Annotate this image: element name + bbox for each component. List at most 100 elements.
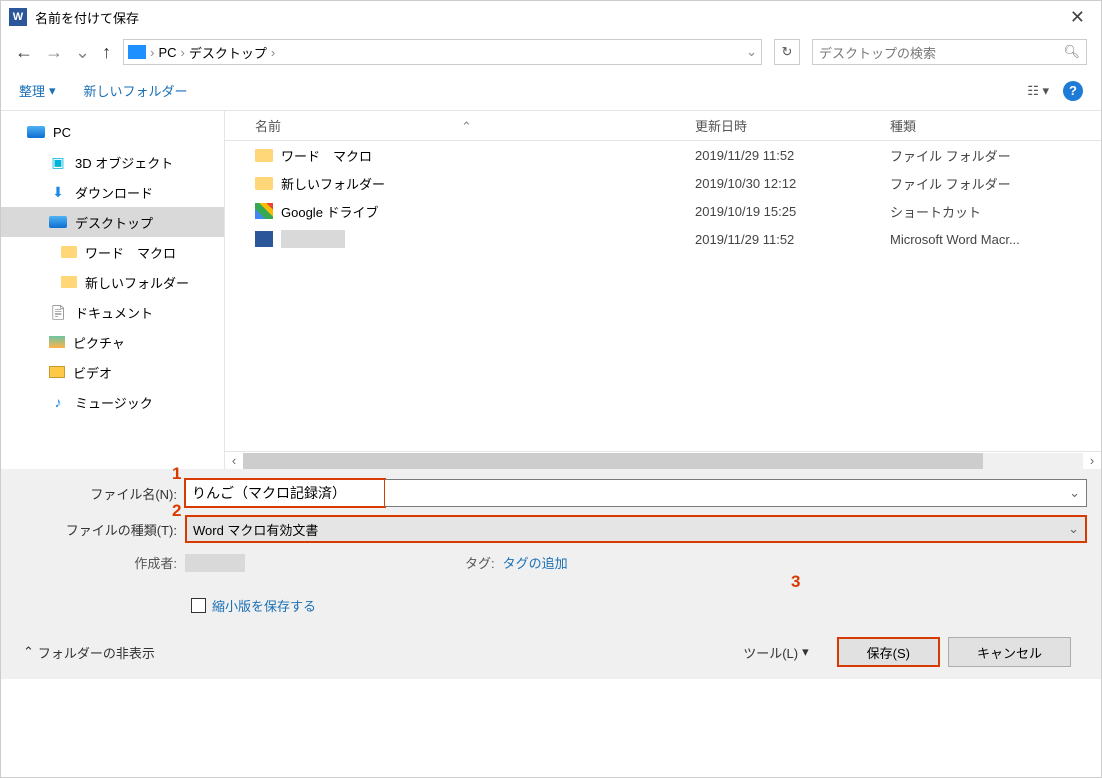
address-bar[interactable]: › PC › デスクトップ › ⌄ bbox=[123, 39, 762, 65]
search-input[interactable]: デスクトップの検索 🔍︎ bbox=[812, 39, 1087, 65]
tag-label: タグ: bbox=[465, 553, 495, 572]
filename-input-ext[interactable]: ⌄ bbox=[385, 479, 1087, 507]
filename-redacted bbox=[281, 230, 345, 248]
tree-item-label: PC bbox=[53, 125, 71, 140]
callout-3: 3 bbox=[791, 572, 800, 592]
tree-item[interactable]: 📄︎ ドキュメント bbox=[1, 297, 224, 327]
filetype-dropdown[interactable]: Word マクロ有効文書 ⌄ bbox=[185, 515, 1087, 543]
refresh-button[interactable]: ↻ bbox=[774, 39, 800, 65]
file-row[interactable]: 2019/11/29 11:52Microsoft Word Macr... bbox=[225, 225, 1101, 253]
hide-folders-button[interactable]: ⌃ フォルダーの非表示 bbox=[23, 643, 155, 662]
file-type: ファイル フォルダー bbox=[890, 174, 1101, 193]
tree-item[interactable]: ビデオ bbox=[1, 357, 224, 387]
path-segment[interactable]: PC bbox=[158, 45, 176, 60]
help-icon[interactable]: ? bbox=[1063, 81, 1083, 101]
file-date: 2019/11/29 11:52 bbox=[695, 232, 890, 247]
tree-item-label: 3D オブジェクト bbox=[75, 153, 173, 172]
main-panel: PC▣3D オブジェクト⬇ダウンロードデスクトップワード マクロ新しいフォルダー… bbox=[1, 111, 1101, 469]
save-button[interactable]: 保存(S) bbox=[837, 637, 940, 667]
file-list: 名前⌃ 更新日時 種類 ワード マクロ2019/11/29 11:52ファイル … bbox=[225, 111, 1101, 469]
folder-tree[interactable]: PC ▣3D オブジェクト⬇ダウンロードデスクトップワード マクロ新しいフォルダー… bbox=[1, 111, 225, 469]
filename-label: ファイル名(N): bbox=[15, 484, 185, 503]
tree-item[interactable]: ピクチャ bbox=[1, 327, 224, 357]
col-type[interactable]: 種類 bbox=[890, 116, 1101, 135]
filename: 新しいフォルダー bbox=[281, 174, 385, 193]
horizontal-scrollbar[interactable]: ‹ › bbox=[225, 451, 1101, 469]
tree-item-label: デスクトップ bbox=[75, 213, 153, 232]
scroll-track[interactable] bbox=[243, 453, 1083, 469]
filename: Google ドライブ bbox=[281, 202, 379, 221]
tree-item[interactable]: ⬇ダウンロード bbox=[1, 177, 224, 207]
tree-item[interactable]: ♪ ミュージック bbox=[1, 387, 224, 417]
docs-icon: 📄︎ bbox=[49, 304, 67, 320]
filename-input[interactable] bbox=[185, 479, 385, 507]
file-list-body[interactable]: ワード マクロ2019/11/29 11:52ファイル フォルダー新しいフォルダ… bbox=[225, 141, 1101, 451]
organize-button[interactable]: 整理 ▾ bbox=[19, 81, 56, 100]
tree-item-label: ドキュメント bbox=[75, 303, 153, 322]
back-icon[interactable]: ← bbox=[15, 42, 33, 63]
file-type: ショートカット bbox=[890, 202, 1101, 221]
cancel-button[interactable]: キャンセル bbox=[948, 637, 1071, 667]
chevron-down-icon[interactable]: ⌄ bbox=[1069, 485, 1080, 501]
file-row[interactable]: ワード マクロ 2019/11/29 11:52ファイル フォルダー bbox=[225, 141, 1101, 169]
scroll-right-icon[interactable]: › bbox=[1083, 453, 1101, 468]
tag-add-link[interactable]: タグの追加 bbox=[503, 553, 568, 572]
filename-field[interactable] bbox=[192, 485, 378, 501]
tree-item-label: ピクチャ bbox=[73, 333, 125, 352]
tree-item[interactable]: PC bbox=[1, 117, 224, 147]
file-date: 2019/10/30 12:12 bbox=[695, 176, 890, 191]
file-type: ファイル フォルダー bbox=[890, 146, 1101, 165]
filetype-label: ファイルの種類(T): bbox=[15, 520, 185, 539]
fld-icon bbox=[61, 246, 77, 258]
search-placeholder: デスクトップの検索 bbox=[819, 43, 936, 62]
forward-icon: → bbox=[45, 42, 63, 63]
tree-item[interactable]: ▣3D オブジェクト bbox=[1, 147, 224, 177]
up-icon[interactable]: ↑ bbox=[102, 42, 111, 63]
dialog-footer: ⌃ フォルダーの非表示 ツール(L) ▾ 保存(S) キャンセル bbox=[15, 615, 1087, 667]
dl-icon: ⬇ bbox=[49, 184, 67, 200]
new-folder-button[interactable]: 新しいフォルダー bbox=[84, 81, 188, 100]
chevron-right-icon: › bbox=[181, 45, 185, 60]
shortcut-icon bbox=[255, 203, 273, 219]
file-row[interactable]: Google ドライブ2019/10/19 15:25ショートカット bbox=[225, 197, 1101, 225]
search-icon: 🔍︎ bbox=[1063, 44, 1080, 60]
tools-menu[interactable]: ツール(L) ▾ bbox=[743, 643, 808, 662]
col-name[interactable]: 名前⌃ bbox=[255, 116, 695, 135]
callout-2: 2 bbox=[172, 501, 181, 521]
scroll-thumb[interactable] bbox=[243, 453, 983, 469]
filetype-value: Word マクロ有効文書 bbox=[193, 520, 318, 539]
toolbar: 整理 ▾ 新しいフォルダー ☷ ▾ ? bbox=[1, 71, 1101, 111]
recent-dropdown-icon[interactable]: ⌄ bbox=[75, 42, 90, 63]
tree-item[interactable]: ワード マクロ bbox=[1, 237, 224, 267]
titlebar: W 名前を付けて保存 ✕ bbox=[1, 1, 1101, 33]
close-icon[interactable]: ✕ bbox=[1062, 3, 1093, 32]
author-label: 作成者: bbox=[15, 553, 185, 572]
tree-item[interactable]: 新しいフォルダー bbox=[1, 267, 224, 297]
navigation-bar: ← → ⌄ ↑ › PC › デスクトップ › ⌄ ↻ デスクトップの検索 🔍︎ bbox=[1, 33, 1101, 71]
folder-icon bbox=[128, 45, 146, 59]
thumbnail-checkbox[interactable]: 縮小版を保存する bbox=[191, 596, 1087, 615]
mus-icon: ♪ bbox=[49, 394, 67, 410]
file-row[interactable]: 新しいフォルダー 2019/10/30 12:12ファイル フォルダー bbox=[225, 169, 1101, 197]
pic-icon bbox=[49, 336, 65, 348]
chevron-down-icon[interactable]: ⌄ bbox=[746, 44, 757, 60]
filename: ワード マクロ bbox=[281, 146, 372, 165]
col-date[interactable]: 更新日時 bbox=[695, 116, 890, 135]
file-date: 2019/11/29 11:52 bbox=[695, 148, 890, 163]
tree-item-label: ビデオ bbox=[73, 363, 112, 382]
path-segment[interactable]: デスクトップ bbox=[189, 43, 267, 62]
sort-indicator-icon: ⌃ bbox=[461, 119, 472, 134]
checkbox-icon[interactable] bbox=[191, 598, 206, 613]
save-options-panel: 1 2 3 ファイル名(N): ⌄ ファイルの種類(T): Word マクロ有効… bbox=[1, 469, 1101, 679]
tree-item-label: ミュージック bbox=[75, 393, 153, 412]
thumbnail-label: 縮小版を保存する bbox=[212, 596, 316, 615]
pc-icon bbox=[49, 216, 67, 228]
file-type: Microsoft Word Macr... bbox=[890, 232, 1101, 247]
view-options-button[interactable]: ☷ ▾ bbox=[1027, 83, 1049, 99]
tree-item-label: ワード マクロ bbox=[85, 243, 176, 262]
chevron-down-icon: ⌄ bbox=[1068, 521, 1079, 537]
scroll-left-icon[interactable]: ‹ bbox=[225, 453, 243, 468]
author-value[interactable] bbox=[185, 554, 245, 572]
tree-item[interactable]: デスクトップ bbox=[1, 207, 224, 237]
column-headers: 名前⌃ 更新日時 種類 bbox=[225, 111, 1101, 141]
